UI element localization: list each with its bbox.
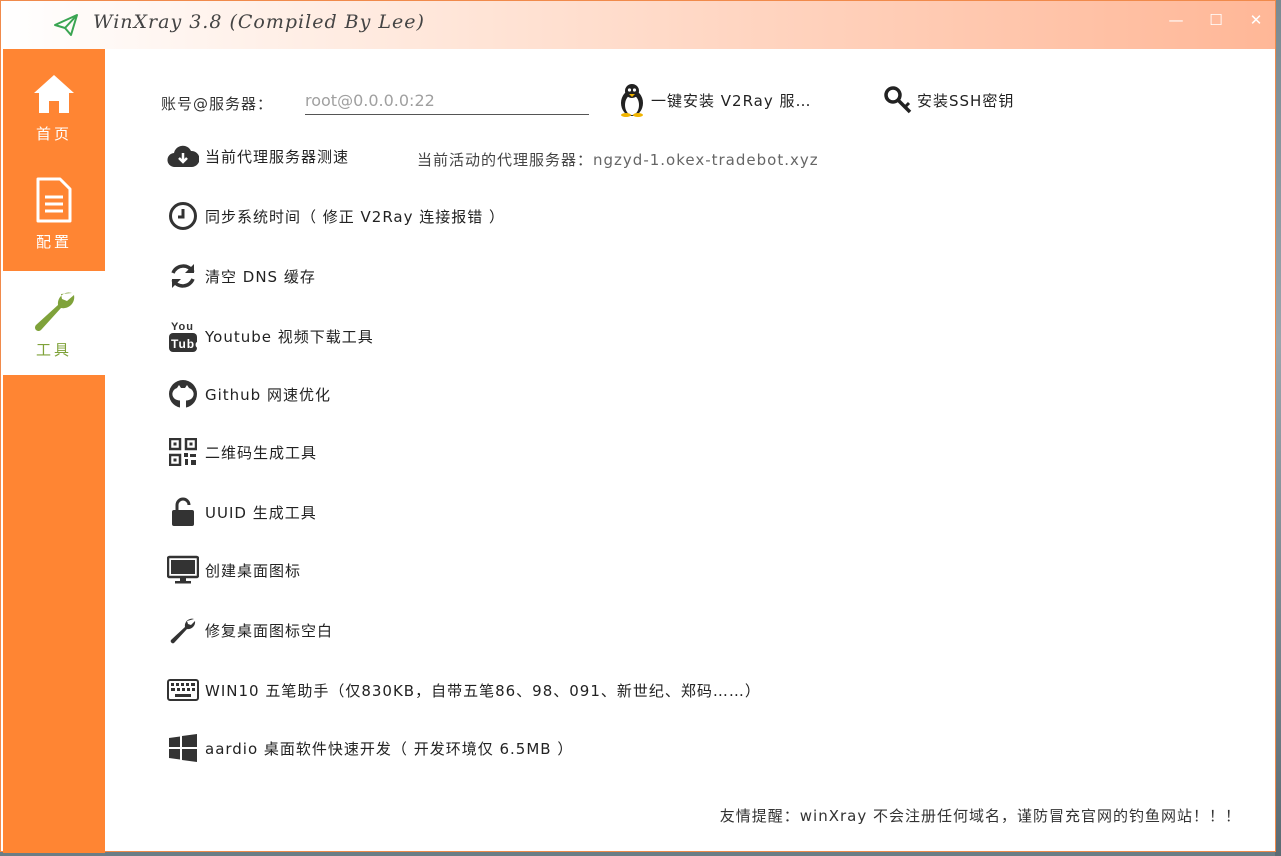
tool-label: Youtube 视频下载工具 [205, 327, 374, 346]
tool-qrcode-generator[interactable]: 二维码生成工具 [167, 435, 317, 469]
phishing-warning: 友情提醒：winXray 不会注册任何域名，谨防冒充官网的钓鱼网站！！！ [719, 807, 1241, 825]
sidebar-item-label: 配置 [35, 233, 72, 251]
keyboard-icon [167, 674, 199, 706]
tool-label: 创建桌面图标 [205, 561, 302, 580]
tool-youtube-download[interactable]: You Tube Youtube 视频下载工具 [167, 319, 374, 353]
active-proxy-host: ngzyd-1.okex-tradebot.xyz [593, 151, 819, 169]
tool-aardio-dev[interactable]: aardio 桌面软件快速开发（ 开发环境仅 6.5MB ） [167, 731, 573, 765]
unlock-icon [167, 496, 199, 528]
paper-plane-icon [54, 14, 78, 36]
tool-fix-desktop-icons[interactable]: 修复桌面图标空白 [167, 613, 333, 647]
wrench-icon [167, 614, 199, 646]
document-icon [36, 177, 72, 223]
install-ssh-key-label: 安装SSH密钥 [917, 91, 1015, 110]
install-ssh-key-button[interactable]: 安装SSH密钥 [883, 83, 1014, 117]
tool-label: 修复桌面图标空白 [205, 621, 334, 640]
account-server-input[interactable] [305, 86, 589, 115]
svg-text:Tube: Tube [171, 337, 198, 351]
tool-github-speedup[interactable]: Github 网速优化 [167, 377, 331, 411]
key-icon [884, 86, 912, 114]
cloud-download-icon [167, 140, 199, 172]
tool-label: Github 网速优化 [205, 385, 331, 404]
maximize-button[interactable]: ☐ [1201, 9, 1231, 31]
sidebar-item-home[interactable]: 首页 [3, 63, 105, 167]
sidebar-item-config[interactable]: 配置 [3, 167, 105, 271]
qrcode-icon [167, 436, 199, 468]
window-title: WinXray 3.8 (Compiled By Lee) [93, 11, 425, 33]
app-window: WinXray 3.8 (Compiled By Lee) — ☐ ✕ 首页 配… [0, 0, 1276, 853]
tool-label: UUID 生成工具 [205, 503, 317, 522]
tools-panel: 账号@服务器： 一键安装 V2Ray 服… 安装SSH密钥 [105, 49, 1275, 851]
tool-create-desktop-shortcut[interactable]: 创建桌面图标 [167, 553, 301, 587]
tool-win10-wubi[interactable]: WIN10 五笔助手（仅830KB，自带五笔86、98、091、新世纪、郑码……… [167, 673, 761, 707]
github-icon [167, 378, 199, 410]
install-v2ray-label: 一键安装 V2Ray 服… [651, 91, 812, 110]
tool-flush-dns[interactable]: 清空 DNS 缓存 [167, 259, 316, 293]
youtube-icon: You Tube [167, 320, 199, 352]
account-label: 账号@服务器： [161, 95, 274, 113]
tool-label: WIN10 五笔助手（仅830KB，自带五笔86、98、091、新世纪、郑码……… [205, 681, 761, 700]
refresh-icon [167, 260, 199, 292]
sidebar-item-tools[interactable]: 工具 [3, 271, 105, 375]
active-proxy-info: 当前活动的代理服务器：ngzyd-1.okex-tradebot.xyz [417, 149, 819, 170]
sidebar: 首页 配置 工具 [3, 49, 105, 853]
tool-label: aardio 桌面软件快速开发（ 开发环境仅 6.5MB ） [205, 739, 574, 758]
tool-label: 二维码生成工具 [205, 443, 318, 462]
title-bar[interactable]: WinXray 3.8 (Compiled By Lee) — ☐ ✕ [1, 1, 1275, 49]
tool-label: 当前代理服务器测速 [205, 147, 350, 166]
home-icon [34, 75, 74, 113]
tool-proxy-speedtest[interactable]: 当前代理服务器测速 [167, 139, 349, 173]
monitor-icon [167, 554, 199, 586]
tool-uuid-generator[interactable]: UUID 生成工具 [167, 495, 317, 529]
svg-text:You: You [171, 321, 194, 333]
linux-penguin-icon [621, 84, 643, 117]
tool-label: 同步系统时间（ 修正 V2Ray 连接报错 ） [205, 207, 506, 226]
active-proxy-label: 当前活动的代理服务器： [417, 151, 594, 169]
clock-icon [167, 200, 199, 232]
close-button[interactable]: ✕ [1241, 9, 1271, 31]
sidebar-item-label: 工具 [35, 341, 72, 359]
minimize-button[interactable]: — [1161, 9, 1191, 31]
tool-label: 清空 DNS 缓存 [205, 267, 316, 286]
wrench-icon [34, 292, 75, 331]
install-v2ray-button[interactable]: 一键安装 V2Ray 服… [617, 83, 812, 117]
sidebar-item-label: 首页 [35, 125, 72, 143]
windows-icon [167, 732, 199, 764]
tool-sync-time[interactable]: 同步系统时间（ 修正 V2Ray 连接报错 ） [167, 199, 505, 233]
